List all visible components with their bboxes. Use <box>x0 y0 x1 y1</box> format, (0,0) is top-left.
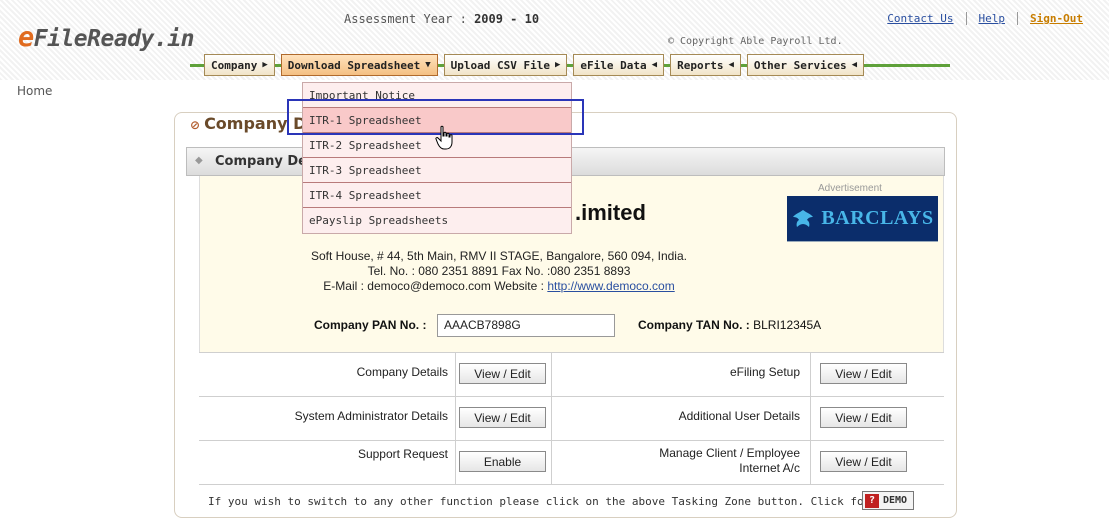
nav-company[interactable]: Company ▶ <box>204 54 275 76</box>
company-details-label: Company Details <box>356 365 448 379</box>
address-line-3: E-Mail : democo@democo.com Website : htt… <box>199 279 799 294</box>
arrow-left-icon: ◀ <box>728 60 734 70</box>
tan-info: Company TAN No. : BLRI12345A <box>638 318 821 332</box>
table-row: Support Request Enable Manage Client / E… <box>199 441 944 485</box>
demo-button-label: DEMO <box>883 495 908 506</box>
table-row: Company Details View / Edit eFiling Setu… <box>199 353 944 397</box>
nav-upload-csv[interactable]: Upload CSV File ▶ <box>443 54 568 76</box>
manage-client-edit-button[interactable]: View / Edit <box>820 451 907 472</box>
advertisement-label: Advertisement <box>818 183 882 194</box>
help-icon: ? <box>865 493 879 508</box>
tan-value: BLRI12345A <box>753 318 822 332</box>
help-link[interactable]: Help <box>965 12 1018 25</box>
grid-divider <box>455 397 456 440</box>
assessment-year-label: Assessment Year : <box>344 12 467 26</box>
sysadmin-details-edit-button[interactable]: View / Edit <box>459 407 546 428</box>
logo-prefix: e <box>18 22 34 53</box>
arrow-right-icon: ▶ <box>262 60 268 70</box>
arrow-left-icon: ◀ <box>851 60 857 70</box>
arrow-left-icon: ◀ <box>651 60 658 70</box>
diamond-icon: ◆ <box>195 155 203 166</box>
hand-cursor-icon <box>435 125 453 150</box>
grid-divider <box>551 441 552 484</box>
action-grid: Company Details View / Edit eFiling Setu… <box>199 352 944 485</box>
manage-client-label: Manage Client / Employee Internet A/c <box>659 446 800 475</box>
menu-item-itr4-spreadsheet[interactable]: ITR-4 Spreadsheet <box>303 183 571 208</box>
nav-reports[interactable]: Reports ◀ <box>670 54 741 76</box>
table-row: System Administrator Details View / Edit… <box>199 397 944 441</box>
advertisement-banner[interactable]: BARCLAYS <box>787 196 938 242</box>
nav-upload-label: Upload CSV File <box>450 58 550 72</box>
sign-out-link[interactable]: Sign-Out <box>1017 12 1095 25</box>
grid-divider <box>455 353 456 396</box>
nav-efile-label: eFile Data <box>580 58 647 72</box>
nav-other-label: Other Services <box>753 58 847 72</box>
efiling-setup-edit-button[interactable]: View / Edit <box>820 363 907 384</box>
menu-item-itr3-spreadsheet[interactable]: ITR-3 Spreadsheet <box>303 158 571 183</box>
logo-text: FileReady.in <box>33 26 195 52</box>
address-line-2: Tel. No. : 080 2351 8891 Fax No. :080 23… <box>367 264 631 278</box>
sysadmin-details-label: System Administrator Details <box>294 409 448 423</box>
additional-user-edit-button[interactable]: View / Edit <box>820 407 907 428</box>
section-header-label: Company Det <box>215 154 314 169</box>
company-address: Soft House, # 44, 5th Main, RMV II STAGE… <box>199 249 799 294</box>
breadcrumb-home[interactable]: Home <box>17 84 52 98</box>
grid-divider <box>455 441 456 484</box>
top-links: Contact Us Help Sign-Out <box>875 12 1095 25</box>
site-logo[interactable]: eFileReady.in <box>18 22 194 53</box>
grid-divider <box>810 397 811 440</box>
address-line-1: Soft House, # 44, 5th Main, RMV II STAGE… <box>311 249 687 263</box>
nav-download-spreadsheet[interactable]: Download Spreadsheet ▼ <box>280 54 438 76</box>
efiling-setup-label: eFiling Setup <box>729 365 800 379</box>
menu-item-epayslip-spreadsheets[interactable]: ePayslip Spreadsheets <box>303 208 571 233</box>
pan-field[interactable]: AAACB7898G <box>437 314 615 337</box>
nav-efile-data[interactable]: eFile Data ◀ <box>573 54 665 76</box>
assessment-year-value: 2009 - 10 <box>474 12 540 26</box>
company-details-edit-button[interactable]: View / Edit <box>459 363 546 384</box>
assessment-year: Assessment Year : 2009 - 10 <box>344 12 539 26</box>
tan-label: Company TAN No. : <box>638 318 750 332</box>
main-nav: Company ▶ Download Spreadsheet ▼ Upload CS… <box>204 54 870 76</box>
grid-divider <box>551 353 552 396</box>
grid-divider <box>551 397 552 440</box>
arrow-down-icon: ▼ <box>425 60 431 70</box>
additional-user-label: Additional User Details <box>678 409 800 423</box>
eagle-icon <box>793 209 814 227</box>
grid-divider <box>810 441 811 484</box>
ad-brand-text: BARCLAYS <box>821 207 934 229</box>
company-name: .imited <box>575 200 646 225</box>
assessment-year-box: Assessment Year : 2009 - 10 <box>322 6 768 34</box>
arrow-right-icon: ▶ <box>555 60 561 70</box>
nav-reports-label: Reports <box>677 58 724 72</box>
grid-divider <box>810 353 811 396</box>
nav-company-label: Company <box>211 58 258 72</box>
pan-label: Company PAN No. : <box>314 318 427 332</box>
footer-note: If you wish to switch to any other funct… <box>208 495 884 508</box>
demo-button[interactable]: ? DEMO <box>862 491 915 510</box>
contact-us-link[interactable]: Contact Us <box>875 12 965 25</box>
nav-other-services[interactable]: Other Services ◀ <box>746 54 864 76</box>
nav-download-label: Download Spreadsheet <box>287 58 421 72</box>
copyright-text: © Copyright Able Payroll Ltd. <box>668 36 843 47</box>
support-request-label: Support Request <box>357 447 448 461</box>
support-request-enable-button[interactable]: Enable <box>459 451 546 472</box>
website-link[interactable]: http://www.democo.com <box>547 279 674 293</box>
email-text: E-Mail : democo@democo.com Website : <box>323 279 548 293</box>
circle-arrow-icon: ⊘ <box>190 118 201 132</box>
